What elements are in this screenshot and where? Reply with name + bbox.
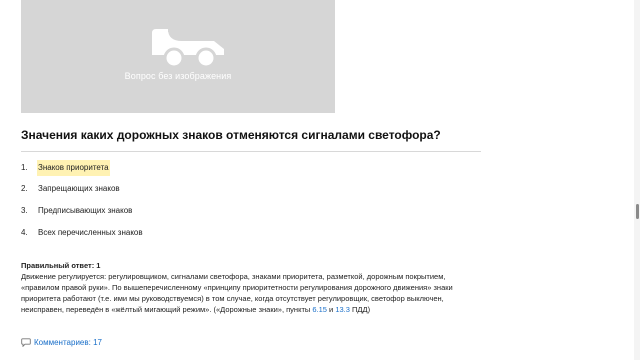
divider	[21, 151, 481, 152]
answer-option-4[interactable]: 4. Всех перечисленных знаков	[21, 225, 461, 241]
scrollbar-thumb[interactable]	[636, 204, 639, 219]
answer-number: 3.	[21, 206, 28, 215]
question-title: Значения каких дорожных знаков отменяютс…	[21, 128, 441, 142]
answer-explanation: Движение регулируется: регулировщиком, с…	[21, 271, 481, 315]
answer-text: Знаков приоритета	[37, 160, 110, 176]
no-image-label: Вопрос без изображения	[124, 71, 232, 81]
rule-link-6-15[interactable]: 6.15	[312, 305, 327, 314]
comment-icon	[21, 338, 31, 347]
answer-text: Запрещающих знаков	[38, 184, 120, 193]
rule-link-13-3[interactable]: 13.3	[335, 305, 350, 314]
correct-answer-label: Правильный ответ: 1	[21, 261, 101, 270]
question-image-placeholder: Вопрос без изображения	[21, 0, 335, 113]
explanation-text-after: ПДД)	[349, 305, 371, 314]
correct-answer-block: Правильный ответ: 1 Движение регулируетс…	[21, 260, 481, 315]
answer-option-3[interactable]: 3. Предписывающих знаков	[21, 203, 461, 219]
answer-text: Всех перечисленных знаков	[38, 228, 143, 237]
car-icon	[152, 27, 224, 69]
answer-option-2[interactable]: 2. Запрещающих знаков	[21, 181, 461, 197]
answer-number: 2.	[21, 184, 28, 193]
answer-number: 1.	[21, 163, 28, 172]
answer-option-1[interactable]: 1. Знаков приоритета	[21, 160, 461, 176]
explanation-text: Движение регулируется: регулировщиком, с…	[21, 272, 453, 314]
answer-number: 4.	[21, 228, 28, 237]
answer-text: Предписывающих знаков	[38, 206, 133, 215]
comments-count: Комментариев: 17	[34, 338, 102, 347]
scrollbar[interactable]	[634, 0, 640, 360]
